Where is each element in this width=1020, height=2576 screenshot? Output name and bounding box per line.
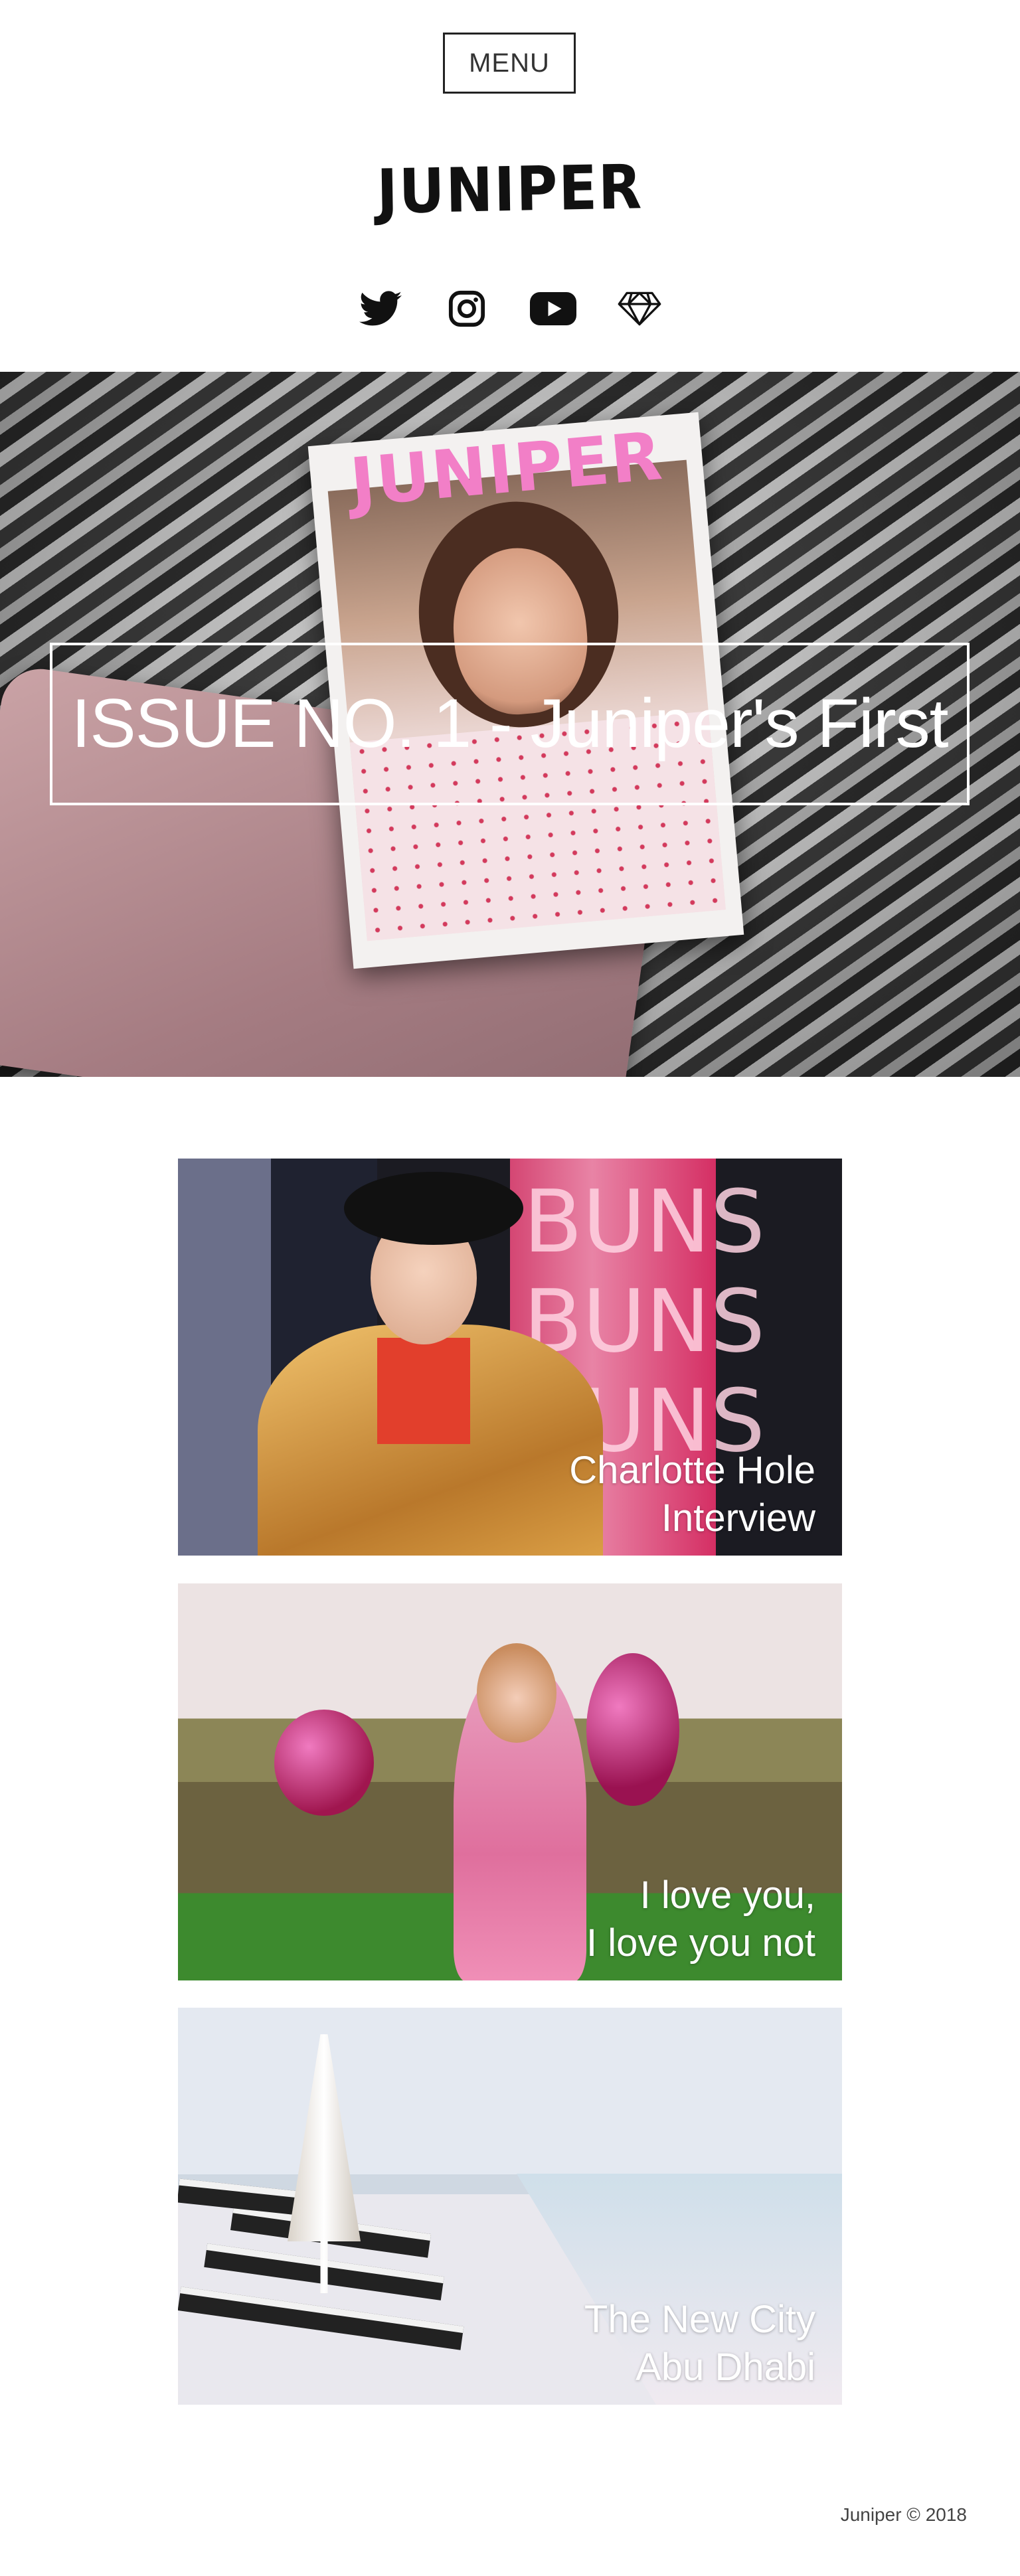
site-logo[interactable]: JUNIPER [0,149,1020,229]
twitter-icon[interactable] [357,285,404,332]
balloon-left [274,1710,374,1816]
article-card-charlotte-hole[interactable]: BUNS BUNS BUNS Charlotte Hole Interview [178,1159,842,1556]
youtube-icon[interactable] [530,285,576,332]
instagram-icon[interactable] [444,285,490,332]
article-card-abu-dhabi[interactable]: The New City Abu Dhabi [178,2008,842,2405]
article-title-line1: Charlotte Hole [569,1449,815,1492]
beret-shape [344,1172,523,1245]
social-links [0,285,1020,332]
head-shape [477,1643,556,1743]
article-title-line1: I love you, [639,1874,815,1917]
article-card-i-love-you[interactable]: I love you, I love you not [178,1583,842,1980]
scarf-shape [377,1338,470,1444]
article-title-line2: Abu Dhabi [636,2346,815,2389]
hero-banner[interactable]: JUNIPER ISSUE NO. 1 - Juniper's First [0,372,1020,1077]
article-title: I love you, I love you not [586,1872,815,1967]
footer-copyright: Juniper © 2018 [840,2504,967,2525]
menu-button[interactable]: MENU [443,33,576,94]
article-title: Charlotte Hole Interview [569,1447,815,1542]
issue-title-box[interactable]: ISSUE NO. 1 - Juniper's First [50,643,970,805]
gem-icon[interactable] [616,285,663,332]
balloon-right [586,1653,679,1806]
umbrella-shape [288,2034,361,2293]
article-title-line2: Interview [661,1496,815,1540]
article-title-line2: I love you not [586,1921,815,1965]
article-title-line1: The New City [584,2298,815,2341]
issue-title: ISSUE NO. 1 - Juniper's First [71,685,948,762]
article-title: The New City Abu Dhabi [584,2296,815,2391]
logo-text: JUNIPER [376,151,644,228]
